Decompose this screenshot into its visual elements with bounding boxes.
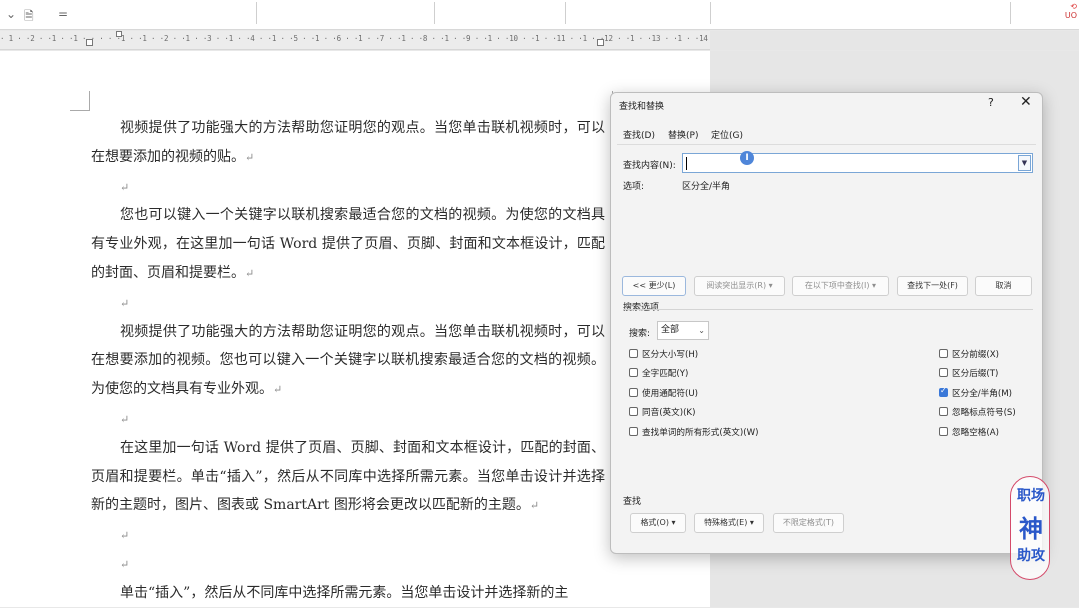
watermark-line: 神 [1019, 515, 1043, 543]
paragraph[interactable]: 在这里加一句话 Word 提供了页眉、页脚、封面和文本框设计，匹配的封面、页眉和… [91, 434, 605, 521]
cancel-button[interactable]: 取消 [975, 276, 1032, 296]
checkbox-whole-word[interactable]: 全字匹配(Y) [629, 367, 688, 379]
special-format-button[interactable]: 特殊格式(E) ▾ [694, 513, 764, 533]
paragraph[interactable]: 单击“插入”，然后从不同库中选择所需元素。当您单击设计并选择新的主 [91, 579, 605, 608]
paragraph-mark: ↵ [120, 557, 130, 571]
text-caret [686, 157, 687, 170]
empty-paragraph[interactable]: ↵ [91, 550, 605, 579]
paragraph-mark: ↵ [120, 529, 130, 543]
toolbar-divider [565, 2, 566, 24]
help-button[interactable]: ? [988, 96, 994, 109]
checkbox-ignore-whitespace[interactable]: 忽略空格(A) [939, 426, 999, 438]
find-in-button[interactable]: 在以下项中查找(I) ▾ [792, 276, 889, 296]
search-options-title: 搜索选项 [623, 303, 660, 313]
reading-highlight-button[interactable]: 阅读突出显示(R) ▾ [694, 276, 785, 296]
document-body[interactable]: 视频提供了功能强大的方法帮助您证明您的观点。当您单击联机视频时，可以在想要添加的… [91, 114, 605, 608]
chevron-down-icon[interactable]: ▼ [1018, 155, 1031, 171]
checkbox-match-prefix[interactable]: 区分前缀(X) [939, 348, 999, 360]
paragraph[interactable]: 您也可以键入一个关键字以联机搜索最适合您的文档的视频。为使您的文档具有专业外观，… [91, 201, 605, 288]
quick-access-dropdown-icon[interactable]: ⌄ [6, 7, 16, 21]
checkbox-match-width[interactable]: 区分全/半角(M) [939, 386, 1012, 399]
print-preview-icon[interactable]: 🗎 [24, 7, 34, 28]
tab-divider [617, 144, 1036, 145]
find-next-button[interactable]: 查找下一处(F) [897, 276, 968, 296]
tab-replace[interactable]: 替换(P) [668, 128, 698, 141]
watermark-line: 助攻 [1017, 548, 1045, 564]
customize-dropdown-icon[interactable]: = [58, 7, 68, 21]
checkbox-box[interactable] [629, 388, 638, 397]
checkbox-box[interactable] [939, 349, 948, 358]
paragraph-mark: ↵ [120, 412, 130, 426]
horizontal-ruler[interactable]: · 1 · ·2 · ·1 · ·1 · · · · ·1 · ·1 · ·2 … [0, 31, 710, 50]
toolbar-divider [434, 2, 435, 24]
toolbar-divider [256, 2, 257, 24]
divider [623, 309, 1033, 310]
watermark-line: 职场 [1017, 488, 1045, 504]
right-indent-marker[interactable] [597, 39, 604, 46]
checkbox-box[interactable] [629, 349, 638, 358]
dialog-title: 查找和替换 [619, 102, 665, 112]
checkbox-all-word-forms[interactable]: 查找单词的所有形式(英文)(W) [629, 426, 758, 438]
paragraph[interactable]: 视频提供了功能强大的方法帮助您证明您的观点。当您单击联机视频时，可以在想要添加的… [91, 114, 605, 173]
paragraph-mark: ↵ [529, 499, 540, 513]
options-value: 区分全/半角 [682, 182, 731, 192]
find-label: 查找内容(N): [623, 161, 676, 171]
no-formatting-button[interactable]: 不限定格式(T) [773, 513, 844, 533]
format-button[interactable]: 格式(O) ▾ [630, 513, 686, 533]
checkbox-match-case[interactable]: 区分大小写(H) [629, 348, 698, 360]
search-direction-select[interactable]: 全部 ⌄ [657, 321, 709, 340]
find-replace-dialog: 查找和替换 ? ✕ 查找(D) 替换(P) 定位(G) 查找内容(N): ▼ I… [610, 92, 1043, 554]
paragraph-mark: ↵ [120, 180, 130, 194]
search-direction-value: 全部 [661, 325, 680, 335]
checkbox-box[interactable] [629, 427, 638, 436]
checkbox-box[interactable] [939, 407, 948, 416]
chevron-down-icon: ⌄ [698, 326, 705, 335]
empty-paragraph[interactable]: ↵ [91, 521, 605, 550]
text-cursor-icon: I [740, 151, 754, 165]
checkbox-box[interactable] [939, 427, 948, 436]
checkbox-wildcards[interactable]: 使用通配符(U) [629, 387, 698, 399]
quick-access-toolbar: ⌄ 🗎 = ⟲ UO [0, 0, 1079, 30]
tab-goto[interactable]: 定位(G) [711, 128, 743, 141]
less-button[interactable]: << 更少(L) [622, 276, 686, 296]
checkbox-ignore-punctuation[interactable]: 忽略标点符号(S) [939, 406, 1016, 418]
paragraph-mark: ↵ [245, 266, 255, 280]
toolbar-divider [710, 2, 711, 24]
paragraph-mark: ↵ [273, 383, 283, 397]
first-line-indent-marker[interactable] [116, 31, 122, 37]
watermark-logo: 职场 神 助攻 [1010, 476, 1050, 580]
checkbox-box[interactable] [939, 368, 948, 377]
toolbar-divider [1010, 2, 1011, 24]
search-label: 搜索: [629, 329, 651, 339]
checkbox-box[interactable] [629, 407, 638, 416]
left-indent-marker[interactable] [86, 39, 93, 46]
find-section-title: 查找 [623, 497, 642, 507]
close-icon[interactable]: ✕ [1020, 94, 1032, 110]
empty-paragraph[interactable]: ↵ [91, 289, 605, 318]
checkbox-sounds-like[interactable]: 同音(英文)(K) [629, 406, 695, 418]
paragraph-mark: ↵ [245, 150, 255, 164]
empty-paragraph[interactable]: ↵ [91, 405, 605, 434]
paragraph[interactable]: 视频提供了功能强大的方法帮助您证明您的观点。当您单击联机视频时，可以在想要添加的… [91, 318, 605, 405]
checkbox-box-checked[interactable] [939, 386, 948, 397]
checkbox-box[interactable] [629, 368, 638, 377]
checkbox-match-suffix[interactable]: 区分后缀(T) [939, 367, 998, 379]
options-label: 选项: [623, 182, 645, 192]
find-input[interactable]: ▼ [682, 153, 1033, 173]
margin-corner-mark [70, 91, 90, 111]
paragraph-mark: ↵ [120, 296, 130, 310]
ruler-blank-area [710, 31, 1079, 50]
ribbon-edge-text: ⟲ UO [1064, 2, 1077, 20]
tab-find[interactable]: 查找(D) [623, 128, 655, 145]
empty-paragraph[interactable]: ↵ [91, 173, 605, 202]
